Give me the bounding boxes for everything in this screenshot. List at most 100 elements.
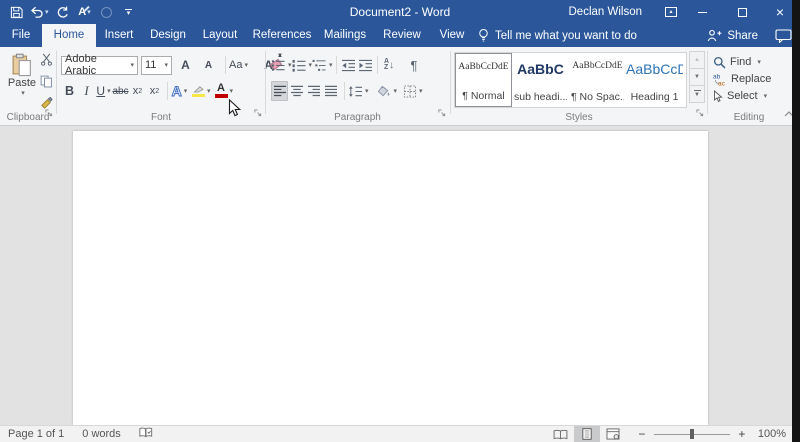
styles-scroll-up-button[interactable]: ▲ [689, 51, 705, 69]
grow-font-button[interactable]: A▲ [177, 55, 194, 75]
zoom-slider[interactable] [654, 426, 730, 442]
underline-button[interactable]: U▾ [95, 81, 112, 101]
align-left-button[interactable] [271, 81, 288, 101]
align-left-icon [273, 85, 287, 97]
paragraph-dialog-launcher-icon[interactable] [438, 104, 446, 122]
shading-button[interactable]: ▾ [377, 81, 398, 101]
group-clipboard: Paste ▾ Clipboard [0, 47, 56, 125]
tab-view[interactable]: View [431, 24, 473, 47]
minimize-button[interactable] [692, 0, 712, 24]
justify-button[interactable] [322, 81, 339, 101]
style-heading-1[interactable]: AaBbCcD Heading 1 [626, 53, 683, 107]
font-name-combo[interactable]: Adobe Arabic ▾ [61, 56, 138, 75]
mouse-cursor-icon [228, 99, 241, 118]
word-count[interactable]: 0 words [82, 428, 121, 440]
font-dialog-launcher-icon[interactable] [254, 104, 262, 122]
styles-gallery-more-button[interactable]: ▼ [689, 85, 705, 103]
strikethrough-button[interactable]: abc [112, 81, 129, 101]
share-button[interactable]: Share [707, 24, 758, 47]
lightbulb-icon [478, 28, 489, 43]
replace-button[interactable]: abac Replace [713, 71, 771, 87]
align-right-button[interactable] [305, 81, 322, 101]
multilevel-list-button[interactable]: ▾ [312, 55, 333, 75]
shrink-font-button[interactable]: A▼ [200, 55, 217, 75]
tab-home[interactable]: Home [42, 24, 96, 47]
font-size-combo[interactable]: 11 ▾ [141, 56, 172, 75]
styles-dialog-launcher-icon[interactable] [696, 104, 704, 122]
style-name: ¶ No Spac... [571, 91, 624, 103]
status-bar: Page 1 of 1 0 words − + 100% [0, 425, 800, 442]
styles-scroll-down-button[interactable]: ▼ [689, 68, 705, 86]
web-layout-button[interactable] [600, 426, 626, 442]
bullets-button[interactable]: ▾ [271, 55, 292, 75]
increase-indent-icon [358, 59, 373, 72]
title-bar: ▾ A▾ ▾ Document2 - Word Declan Wilson ▴ … [0, 0, 800, 24]
document-area[interactable] [0, 128, 792, 425]
subscript-button[interactable]: x2 [129, 81, 146, 101]
tab-review[interactable]: Review [378, 24, 426, 47]
comments-button[interactable] [775, 24, 792, 47]
show-hide-pilcrow-button[interactable]: ¶ [406, 55, 423, 75]
line-spacing-button[interactable]: ▾ [348, 81, 369, 101]
paint-bucket-icon [377, 85, 392, 98]
font-name-caret-icon: ▾ [130, 61, 134, 69]
font-color-swatch [215, 94, 228, 98]
zoom-level[interactable]: 100% [758, 428, 786, 440]
read-mode-button[interactable] [548, 426, 574, 442]
signed-in-user[interactable]: Declan Wilson [569, 0, 643, 24]
style-name: ¶ Normal [458, 90, 509, 102]
replace-icon: abac [713, 73, 727, 86]
group-editing: Find ▾ abac Replace Select ▾ Editing [708, 47, 790, 125]
style-preview: AaBbCcDdE [569, 61, 626, 71]
superscript-button[interactable]: x2 [146, 81, 163, 101]
tell-me-box[interactable]: Tell me what you want to do [478, 24, 637, 47]
highlighter-pen-icon [192, 85, 205, 93]
zoom-in-button[interactable]: + [736, 427, 748, 441]
select-button[interactable]: Select ▾ [713, 88, 767, 104]
maximize-button[interactable] [732, 0, 752, 24]
style-no-spacing[interactable]: AaBbCcDdE ¶ No Spac... [569, 53, 626, 107]
text-highlight-button[interactable]: ▾ [192, 81, 211, 101]
borders-button[interactable]: ▾ [403, 81, 423, 101]
align-center-button[interactable] [288, 81, 305, 101]
tab-file[interactable]: File [4, 24, 38, 47]
style-preview: AaBbCcDdE [456, 62, 511, 72]
ribbon-tab-row: File Home Insert Design Layout Reference… [0, 24, 800, 47]
print-layout-button[interactable] [574, 426, 600, 442]
bold-button[interactable]: B [61, 81, 78, 101]
copy-icon[interactable] [40, 75, 53, 93]
style-normal[interactable]: AaBbCcDdE ¶ Normal [455, 53, 512, 107]
tab-layout[interactable]: Layout [196, 24, 244, 47]
cut-icon[interactable] [40, 53, 53, 71]
increase-indent-button[interactable] [357, 55, 374, 75]
line-spacing-icon [348, 85, 363, 98]
paste-button[interactable]: Paste ▾ [6, 53, 38, 111]
align-center-icon [290, 85, 304, 97]
proofing-status-icon[interactable] [139, 427, 153, 441]
select-label: Select [727, 90, 758, 102]
find-button[interactable]: Find ▾ [713, 54, 761, 70]
text-effects-button[interactable]: A▾ [171, 81, 188, 101]
tab-mailings[interactable]: Mailings [319, 24, 371, 47]
zoom-out-button[interactable]: − [636, 427, 648, 441]
svg-text:ab: ab [713, 73, 721, 80]
tab-design[interactable]: Design [145, 24, 191, 47]
numbering-button[interactable]: ▾ [292, 55, 313, 75]
tab-insert[interactable]: Insert [98, 24, 140, 47]
ribbon-display-options-icon[interactable]: ▴ [662, 0, 680, 24]
font-size-caret-icon: ▾ [164, 61, 168, 69]
style-sub-heading[interactable]: AaBbC sub headi... [512, 53, 569, 107]
italic-button[interactable]: I [78, 81, 95, 101]
zoom-slider-thumb[interactable] [690, 429, 694, 439]
page-indicator[interactable]: Page 1 of 1 [8, 428, 64, 440]
change-case-button[interactable]: Aa▾ [229, 55, 248, 75]
decrease-indent-button[interactable] [340, 55, 357, 75]
document-page[interactable] [73, 131, 708, 425]
font-color-button[interactable]: A ▾ [215, 81, 234, 101]
editing-group-label: Editing [708, 112, 790, 123]
sort-button[interactable]: AZ ↓ [381, 55, 398, 75]
decrease-indent-icon [341, 59, 356, 72]
close-button[interactable]: × [770, 0, 790, 24]
tab-references[interactable]: References [249, 24, 315, 47]
clipboard-dialog-launcher-icon[interactable] [45, 104, 53, 122]
